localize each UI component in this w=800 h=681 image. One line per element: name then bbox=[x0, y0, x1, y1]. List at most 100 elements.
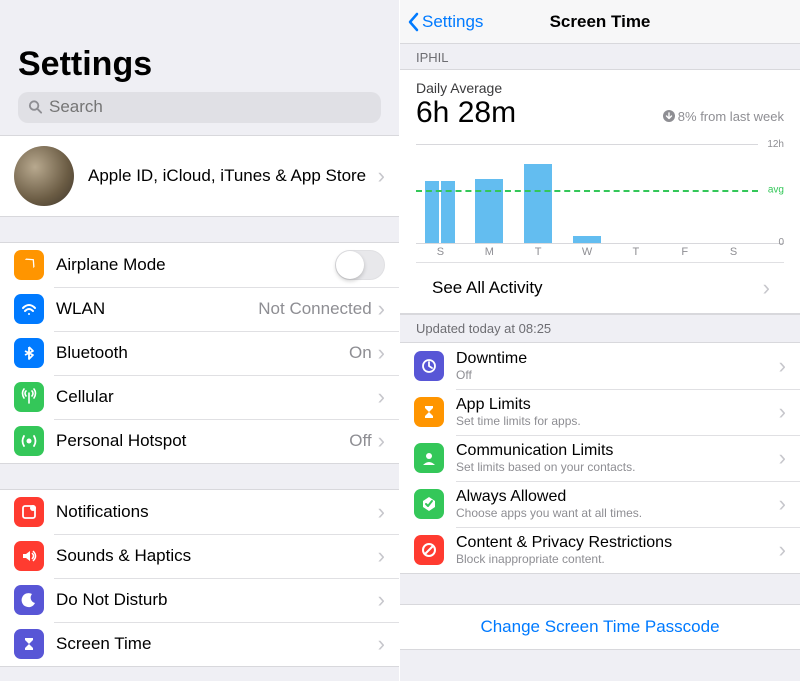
apple-id-sub: Apple ID, iCloud, iTunes & App Store bbox=[88, 166, 378, 186]
y-axis-bot: 0 bbox=[778, 237, 784, 248]
bar bbox=[524, 164, 552, 243]
setting-bluetooth[interactable]: BluetoothOn › bbox=[0, 331, 399, 375]
daily-average-value: 6h 28m bbox=[416, 96, 516, 130]
hourglass-icon bbox=[14, 629, 44, 659]
row-title: Downtime bbox=[456, 350, 779, 368]
setting-personal-hotspot[interactable]: Personal HotspotOff › bbox=[0, 419, 399, 463]
see-all-activity[interactable]: See All Activity › bbox=[416, 262, 784, 313]
chevron-icon: › bbox=[378, 428, 385, 454]
row-label: Personal Hotspot bbox=[56, 431, 349, 451]
bar-slot-T bbox=[611, 144, 660, 243]
people-icon bbox=[414, 443, 444, 473]
chevron-icon: › bbox=[378, 340, 385, 366]
change-passcode-button[interactable]: Change Screen Time Passcode bbox=[400, 604, 800, 650]
wifi-icon bbox=[14, 294, 44, 324]
chevron-icon: › bbox=[378, 631, 385, 657]
bar-slot-F bbox=[660, 144, 709, 243]
screentime-content-privacy-restrictions[interactable]: Content & Privacy RestrictionsBlock inap… bbox=[400, 527, 800, 573]
row-label: Airplane Mode bbox=[56, 255, 335, 275]
row-detail: Off bbox=[349, 431, 371, 451]
chevron-icon: › bbox=[378, 384, 385, 410]
row-label: Screen Time bbox=[56, 634, 378, 654]
row-label: Notifications bbox=[56, 502, 378, 522]
screentime-downtime[interactable]: DowntimeOff› bbox=[400, 343, 800, 389]
bar bbox=[475, 179, 503, 243]
row-label: Do Not Disturb bbox=[56, 590, 378, 610]
row-subtitle: Block inappropriate content. bbox=[456, 552, 779, 566]
chevron-icon: › bbox=[779, 491, 786, 517]
screentime-pane: Settings Screen Time IPHIL Daily Average… bbox=[400, 0, 800, 681]
navbar: Settings Screen Time bbox=[400, 0, 800, 44]
chevron-icon: › bbox=[779, 399, 786, 425]
device-header: IPHIL bbox=[400, 44, 800, 69]
screentime-app-limits[interactable]: App LimitsSet time limits for apps.› bbox=[400, 389, 800, 435]
bar bbox=[573, 236, 601, 243]
setting-sounds-haptics[interactable]: Sounds & Haptics› bbox=[0, 534, 399, 578]
avg-label: avg bbox=[768, 184, 784, 195]
usage-chart: 12h 0 avg bbox=[416, 144, 784, 244]
toggle-switch[interactable] bbox=[335, 250, 385, 280]
setting-screen-time[interactable]: Screen Time› bbox=[0, 622, 399, 666]
row-subtitle: Set limits based on your contacts. bbox=[456, 460, 779, 474]
antenna-icon bbox=[14, 382, 44, 412]
daily-average-label: Daily Average bbox=[416, 80, 784, 96]
search-input[interactable] bbox=[49, 97, 371, 117]
chevron-icon: › bbox=[779, 445, 786, 471]
chevron-icon: › bbox=[779, 353, 786, 379]
row-detail: On bbox=[349, 343, 372, 363]
bar-slot-S bbox=[709, 144, 758, 243]
settings-pane: Settings Apple ID, iCloud, iTunes & App … bbox=[0, 0, 400, 681]
daily-average-block: Daily Average 6h 28m 8% from last week 1… bbox=[400, 69, 800, 314]
sound-icon bbox=[14, 541, 44, 571]
x-label: M bbox=[465, 246, 514, 258]
setting-airplane-mode[interactable]: Airplane Mode bbox=[0, 243, 399, 287]
avatar bbox=[14, 146, 74, 206]
apple-id-row[interactable]: Apple ID, iCloud, iTunes & App Store › bbox=[0, 136, 399, 216]
chevron-icon: › bbox=[779, 537, 786, 563]
row-label: Sounds & Haptics bbox=[56, 546, 378, 566]
chevron-icon: › bbox=[378, 543, 385, 569]
search-icon bbox=[28, 99, 43, 115]
x-label: S bbox=[416, 246, 465, 258]
row-label: WLAN bbox=[56, 299, 258, 319]
notify-icon bbox=[14, 497, 44, 527]
setting-do-not-disturb[interactable]: Do Not Disturb› bbox=[0, 578, 399, 622]
bar-slot-S bbox=[416, 144, 465, 243]
bluetooth-icon bbox=[14, 338, 44, 368]
chevron-icon: › bbox=[378, 499, 385, 525]
back-button[interactable]: Settings bbox=[400, 12, 483, 32]
row-subtitle: Choose apps you want at all times. bbox=[456, 506, 779, 520]
setting-notifications[interactable]: Notifications› bbox=[0, 490, 399, 534]
check-icon bbox=[414, 489, 444, 519]
bar-slot-W bbox=[563, 144, 612, 243]
moon-icon bbox=[14, 585, 44, 615]
row-detail: Not Connected bbox=[258, 299, 371, 319]
chevron-icon: › bbox=[763, 275, 770, 301]
x-label: S bbox=[709, 246, 758, 258]
nope-icon bbox=[414, 535, 444, 565]
x-label: T bbox=[514, 246, 563, 258]
updated-text: Updated today at 08:25 bbox=[400, 314, 800, 343]
hotspot-icon bbox=[14, 426, 44, 456]
clock-icon bbox=[414, 351, 444, 381]
screentime-communication-limits[interactable]: Communication LimitsSet limits based on … bbox=[400, 435, 800, 481]
chevron-icon: › bbox=[378, 296, 385, 322]
page-title: Settings bbox=[0, 0, 399, 92]
arrow-down-icon bbox=[663, 110, 675, 122]
chevron-icon: › bbox=[378, 163, 385, 189]
hourglass-icon bbox=[414, 397, 444, 427]
setting-cellular[interactable]: Cellular› bbox=[0, 375, 399, 419]
row-title: App Limits bbox=[456, 396, 779, 414]
setting-wlan[interactable]: WLANNot Connected › bbox=[0, 287, 399, 331]
search-field[interactable] bbox=[18, 92, 381, 123]
screentime-always-allowed[interactable]: Always AllowedChoose apps you want at al… bbox=[400, 481, 800, 527]
row-label: Bluetooth bbox=[56, 343, 349, 363]
x-label: T bbox=[611, 246, 660, 258]
row-title: Content & Privacy Restrictions bbox=[456, 534, 779, 552]
airplane-icon bbox=[14, 250, 44, 280]
change-from-last-week: 8% from last week bbox=[663, 109, 784, 124]
x-label: F bbox=[660, 246, 709, 258]
y-axis-top: 12h bbox=[767, 139, 784, 150]
row-title: Always Allowed bbox=[456, 488, 779, 506]
bar-slot-T bbox=[514, 144, 563, 243]
